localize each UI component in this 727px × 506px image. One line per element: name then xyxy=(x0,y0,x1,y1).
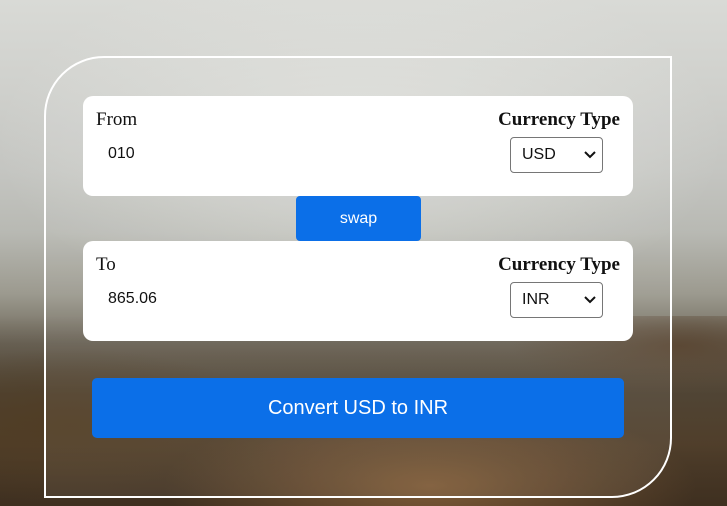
to-label: To xyxy=(96,254,116,275)
chevron-down-icon xyxy=(578,283,602,317)
from-amount-input[interactable] xyxy=(96,140,346,168)
from-currency-value: USD xyxy=(522,146,556,163)
to-currency-select[interactable]: INR xyxy=(510,282,603,318)
from-label: From xyxy=(96,109,138,130)
convert-button[interactable]: Convert USD to INR xyxy=(92,378,624,438)
swap-button[interactable]: swap xyxy=(296,196,421,241)
from-currency-type-label: Currency Type xyxy=(498,109,620,130)
from-box: From Currency Type USD xyxy=(83,96,633,196)
to-box: To Currency Type INR xyxy=(83,241,633,341)
to-amount-input[interactable] xyxy=(96,285,346,313)
to-currency-value: INR xyxy=(522,291,550,308)
from-currency-select[interactable]: USD xyxy=(510,137,603,173)
to-currency-type-label: Currency Type xyxy=(498,254,620,275)
chevron-down-icon xyxy=(578,138,602,172)
